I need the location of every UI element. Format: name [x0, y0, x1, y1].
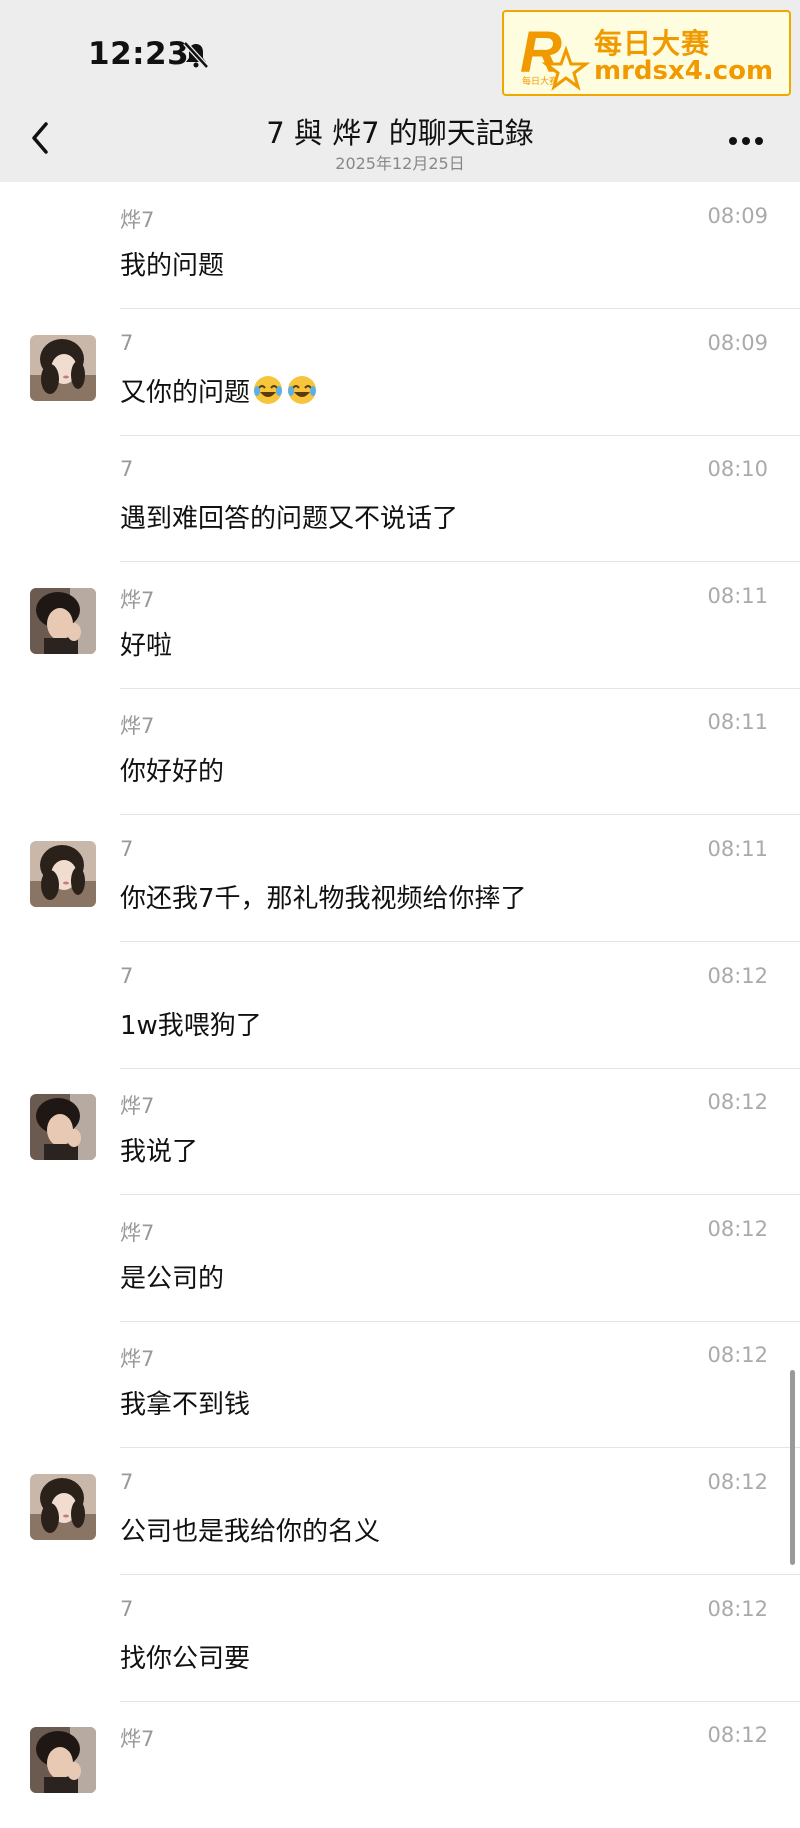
message-sender: 7 [120, 964, 134, 988]
message-sender: 7 [120, 837, 134, 861]
more-options-icon[interactable] [728, 136, 764, 146]
message-row[interactable]: 烨7 08:12 [0, 1701, 800, 1828]
avatar-girl[interactable] [30, 335, 96, 401]
message-time: 08:11 [707, 837, 768, 861]
message-sender: 烨7 [120, 208, 155, 232]
message-time: 08:12 [707, 1090, 768, 1114]
scrollbar[interactable] [790, 1370, 795, 1565]
message-text: 我说了 [120, 1137, 199, 1167]
message-sender: 烨7 [120, 1347, 155, 1371]
message-row[interactable]: 7 08:11 你还我7千，那礼物我视频给你摔了 [0, 815, 800, 942]
message-row[interactable]: 烨7 08:11 好啦 [0, 562, 800, 689]
message-sender: 7 [120, 457, 134, 481]
svg-text:R: R [520, 20, 562, 85]
message-time: 08:09 [707, 204, 768, 228]
message-row[interactable]: 烨7 08:12 是公司的 [0, 1195, 800, 1322]
message-text: 我的问题 [120, 251, 225, 281]
message-sender: 烨7 [120, 1094, 155, 1118]
message-time: 08:11 [707, 584, 768, 608]
nav-bar: 7 與 烨7 的聊天記錄 2025年12月25日 [0, 100, 800, 182]
watermark-url: mrdsx4.com [594, 56, 774, 86]
message-text: 好啦 [120, 631, 173, 661]
message-time: 08:12 [707, 964, 768, 988]
message-time: 08:12 [707, 1723, 768, 1747]
message-time: 08:12 [707, 1217, 768, 1241]
message-sender: 烨7 [120, 714, 155, 738]
message-row[interactable]: 7 08:10 遇到难回答的问题又不说话了 [0, 435, 800, 562]
message-row[interactable]: 烨7 08:11 你好好的 [0, 688, 800, 815]
status-bar: 12:23 R 每日大赛 每日大赛 mrdsx4.com [0, 0, 800, 100]
message-text-line: 又你的问题 [120, 372, 318, 409]
message-time: 08:11 [707, 710, 768, 734]
message-row[interactable]: 烨7 08:09 我的问题 [0, 182, 800, 309]
page-subtitle-date: 2025年12月25日 [335, 154, 465, 173]
svg-text:每日大赛: 每日大赛 [522, 75, 558, 87]
message-time: 08:12 [707, 1343, 768, 1367]
message-row[interactable]: 7 08:12 公司也是我给你的名义 [0, 1448, 800, 1575]
message-time: 08:10 [707, 457, 768, 481]
avatar-girl[interactable] [30, 841, 96, 907]
message-text: 1w我喂狗了 [120, 1011, 262, 1041]
message-sender: 7 [120, 1597, 134, 1621]
message-sender: 烨7 [120, 588, 155, 612]
page-title: 7 與 烨7 的聊天記錄 [266, 116, 534, 150]
avatar-boy[interactable] [30, 588, 96, 654]
face-with-tears-of-joy-icon [288, 376, 317, 404]
message-text: 遇到难回答的问题又不说话了 [120, 504, 459, 534]
face-with-tears-of-joy-icon [254, 376, 283, 404]
message-row[interactable]: 烨7 08:12 我说了 [0, 1068, 800, 1195]
avatar-boy[interactable] [30, 1727, 96, 1793]
avatar-boy[interactable] [30, 1094, 96, 1160]
message-time: 08:12 [707, 1597, 768, 1621]
watermark-banner: R 每日大赛 每日大赛 mrdsx4.com [502, 10, 791, 96]
message-text: 公司也是我给你的名义 [120, 1517, 381, 1547]
message-text: 你还我7千，那礼物我视频给你摔了 [120, 884, 527, 914]
status-time: 12:23 [88, 36, 190, 72]
message-time: 08:09 [707, 331, 768, 355]
message-sender: 7 [120, 1470, 134, 1494]
message-text: 找你公司要 [120, 1644, 251, 1674]
message-text: 你好好的 [120, 757, 225, 787]
message-time: 08:12 [707, 1470, 768, 1494]
watermark-logo-icon: R 每日大赛 [520, 20, 591, 91]
message-sender: 烨7 [120, 1221, 155, 1245]
message-row[interactable]: 烨7 08:12 我拿不到钱 [0, 1321, 800, 1448]
message-sender: 7 [120, 331, 134, 355]
avatar-girl[interactable] [30, 1474, 96, 1540]
message-text: 我拿不到钱 [120, 1390, 251, 1420]
message-text: 又你的问题 [120, 378, 251, 408]
message-sender: 烨7 [120, 1727, 155, 1751]
bell-muted-icon [183, 41, 209, 69]
message-text: 是公司的 [120, 1264, 225, 1294]
message-row[interactable]: 7 08:12 找你公司要 [0, 1575, 800, 1702]
message-row[interactable]: 7 08:09 又你的问题 [0, 309, 800, 436]
message-row[interactable]: 7 08:12 1w我喂狗了 [0, 942, 800, 1069]
